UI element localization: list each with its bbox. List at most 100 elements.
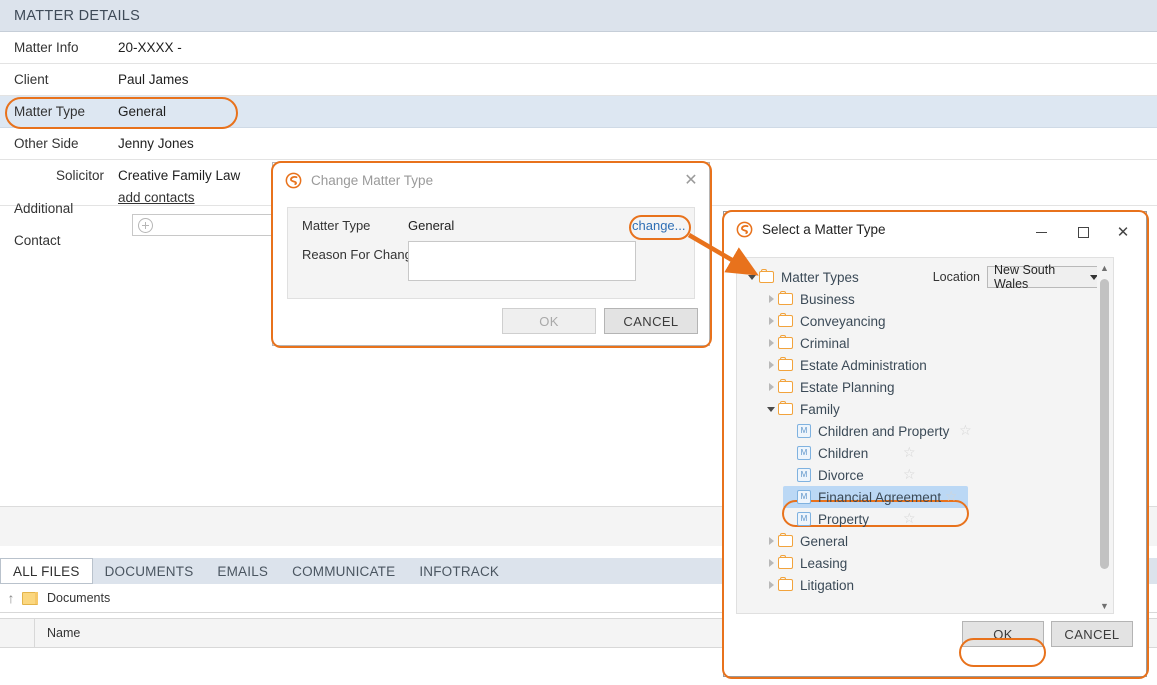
folder-icon xyxy=(778,554,793,569)
matter-type-label: Matter Type xyxy=(14,103,86,119)
minimize-icon[interactable] xyxy=(1026,224,1056,240)
matter-type-icon: M xyxy=(797,424,811,438)
breadcrumb-label[interactable]: Documents xyxy=(47,591,110,605)
tab-documents[interactable]: DOCUMENTS xyxy=(93,558,206,584)
select-dialog-cancel-button[interactable]: CANCEL xyxy=(1051,621,1133,647)
chevron-right-icon[interactable] xyxy=(764,537,778,545)
chevron-right-icon[interactable] xyxy=(764,383,778,391)
folder-icon xyxy=(778,378,793,393)
folder-icon xyxy=(778,532,793,547)
tree-item-label: Leasing xyxy=(800,555,848,571)
file-list-icon-column xyxy=(0,619,35,647)
tree-item-label: Estate Administration xyxy=(800,357,927,373)
favorite-star-icon[interactable]: ☆ xyxy=(959,424,972,438)
tree-item-label: Business xyxy=(800,291,855,307)
plus-icon[interactable] xyxy=(138,217,153,233)
matter-info-label: Matter Info xyxy=(14,39,79,55)
solicitor-value: Creative Family Law xyxy=(118,168,241,183)
column-header-name[interactable]: Name xyxy=(35,626,80,640)
chevron-right-icon[interactable] xyxy=(764,295,778,303)
matter-type-tree[interactable]: Location New South Wales Matter Types Bus… xyxy=(736,257,1114,614)
folder-icon xyxy=(22,591,38,605)
other-side-row[interactable]: Other Side Jenny Jones xyxy=(0,128,1157,160)
tree-item-criminal[interactable]: Criminal xyxy=(745,332,1085,354)
tree-item-family[interactable]: Family xyxy=(745,398,1085,420)
change-dialog-close-icon[interactable]: ✕ xyxy=(683,172,699,188)
change-dialog-cancel-button[interactable]: CANCEL xyxy=(604,308,698,334)
favorite-star-icon[interactable]: ☆ xyxy=(903,512,916,526)
scroll-down-icon[interactable]: ▼ xyxy=(1097,597,1112,613)
select-dialog-ok-button[interactable]: OK xyxy=(962,621,1044,647)
select-dialog-title: Select a Matter Type xyxy=(762,221,886,237)
favorite-star-icon[interactable]: ☆ xyxy=(945,490,958,504)
tree-item-matter-types[interactable]: Matter Types xyxy=(745,266,1085,288)
tree-item-label: General xyxy=(800,533,849,549)
up-arrow-icon[interactable]: ↑ xyxy=(0,590,22,606)
tree-item-divorce[interactable]: M Divorce ☆ xyxy=(745,464,1085,486)
matter-info-row[interactable]: Matter Info 20-XXXX - xyxy=(0,32,1157,64)
client-row[interactable]: Client Paul James xyxy=(0,64,1157,96)
favorite-star-icon[interactable]: ☆ xyxy=(903,468,916,482)
tree-item-label: Financial Agreement xyxy=(818,489,942,505)
folder-icon xyxy=(778,334,793,349)
tree-item-general[interactable]: General xyxy=(745,530,1085,552)
folder-icon xyxy=(759,268,774,283)
tree-item-label: Estate Planning xyxy=(800,379,895,395)
folder-icon xyxy=(778,356,793,371)
matter-type-value: General xyxy=(118,103,167,119)
change-matter-type-label: Matter Type xyxy=(302,218,371,233)
tree-item-label: Litigation xyxy=(800,577,855,593)
add-contacts-link[interactable]: add contacts xyxy=(118,188,240,208)
client-label: Client xyxy=(14,71,49,87)
app-logo-icon xyxy=(736,221,753,237)
tab-all-files[interactable]: ALL FILES xyxy=(0,558,93,584)
additional-contact-label: Additional Contact xyxy=(14,201,74,248)
tree-item-label: Divorce xyxy=(818,467,864,483)
matter-type-row[interactable]: Matter Type General xyxy=(0,96,1157,128)
tab-emails[interactable]: EMAILS xyxy=(205,558,280,584)
select-matter-type-dialog: Select a Matter Type ✕ Location New Sout… xyxy=(723,211,1147,677)
folder-icon xyxy=(778,290,793,305)
client-value: Paul James xyxy=(118,71,189,87)
chevron-right-icon[interactable] xyxy=(764,559,778,567)
matter-info-value: 20-XXXX - xyxy=(118,39,182,55)
close-icon[interactable]: ✕ xyxy=(1108,224,1138,240)
tree-item-label: Criminal xyxy=(800,335,850,351)
favorite-star-icon[interactable]: ☆ xyxy=(903,446,916,460)
chevron-down-icon[interactable] xyxy=(745,274,759,280)
change-dialog-ok-button[interactable]: OK xyxy=(502,308,596,334)
chevron-right-icon[interactable] xyxy=(764,581,778,589)
scroll-up-icon[interactable]: ▲ xyxy=(1097,259,1112,276)
change-matter-type-value: General xyxy=(408,218,455,233)
tree-item-conveyancing[interactable]: Conveyancing xyxy=(745,310,1085,332)
tree-item-leasing[interactable]: Leasing xyxy=(745,552,1085,574)
matter-type-icon: M xyxy=(797,490,811,504)
tree-item-label: Children and Property xyxy=(818,423,950,439)
tree-item-label: Property xyxy=(818,511,870,527)
matter-type-icon: M xyxy=(797,512,811,526)
tab-infotrack[interactable]: INFOTRACK xyxy=(407,558,511,584)
reason-for-change-input[interactable] xyxy=(408,241,636,281)
tree-item-estate-planning[interactable]: Estate Planning xyxy=(745,376,1085,398)
chevron-down-icon[interactable] xyxy=(764,406,778,412)
tree-scrollbar[interactable]: ▲ ▼ xyxy=(1097,259,1112,613)
tree-item-litigation[interactable]: Litigation xyxy=(745,574,1085,596)
app-logo-icon xyxy=(285,172,302,188)
tree-item-estate-administration[interactable]: Estate Administration xyxy=(745,354,1085,376)
scrollbar-thumb[interactable] xyxy=(1100,279,1109,569)
chevron-right-icon[interactable] xyxy=(764,317,778,325)
chevron-right-icon[interactable] xyxy=(764,361,778,369)
chevron-right-icon[interactable] xyxy=(764,339,778,347)
tree-item-children-and-property[interactable]: M Children and Property ☆ xyxy=(745,420,1085,442)
maximize-icon[interactable] xyxy=(1068,224,1098,240)
other-side-value: Jenny Jones xyxy=(118,135,194,151)
solicitor-label: Solicitor xyxy=(55,168,104,183)
change-link[interactable]: change... xyxy=(632,218,686,233)
folder-icon xyxy=(778,576,793,591)
tree-item-financial-agreement[interactable]: M Financial Agreement ☆ xyxy=(745,486,1085,508)
tree-item-children[interactable]: M Children ☆ xyxy=(745,442,1085,464)
tab-communicate[interactable]: COMMUNICATE xyxy=(280,558,407,584)
tree-item-business[interactable]: Business xyxy=(745,288,1085,310)
matter-type-icon: M xyxy=(797,468,811,482)
tree-item-property[interactable]: M Property ☆ xyxy=(745,508,1085,530)
